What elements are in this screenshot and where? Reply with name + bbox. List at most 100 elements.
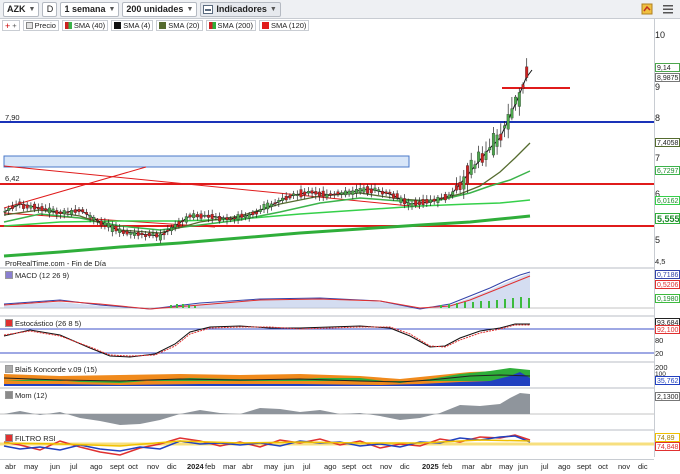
x-tick-label: 2024 <box>187 462 204 471</box>
candle-body <box>288 195 292 199</box>
candle-body <box>473 164 477 169</box>
x-tick-label: abr <box>481 462 492 471</box>
candle-body <box>244 215 247 218</box>
candle-body <box>225 217 229 220</box>
candle-body <box>166 229 170 232</box>
x-tick-label: nov <box>380 462 393 471</box>
candle-body <box>351 190 355 195</box>
time-axis[interactable]: abr may jun jul ago sept oct nov dic 2024 feb mar ab… <box>0 459 654 474</box>
y-tick-45: 4,5 <box>655 257 666 266</box>
y-tick-8: 8 <box>655 113 661 123</box>
candle-body <box>18 201 22 205</box>
candle-body <box>218 216 222 222</box>
x-tick-label: jun <box>518 462 529 471</box>
candle-body <box>210 214 214 219</box>
momentum-title[interactable]: Mom (12) <box>5 390 47 400</box>
candle-body <box>236 214 240 220</box>
candle-body <box>47 207 51 214</box>
x-tick-label: abr <box>5 462 16 471</box>
x-tick-label: jun <box>284 462 295 471</box>
candle-body <box>321 190 325 197</box>
rsi-panel <box>0 434 654 456</box>
x-tick-label: dic <box>638 462 648 471</box>
candle-body <box>458 182 462 190</box>
candle-body <box>362 187 366 193</box>
x-tick-label: jul <box>303 462 311 471</box>
candle-body <box>514 96 518 105</box>
legend-swatch <box>5 365 13 373</box>
legend-swatch <box>5 434 13 442</box>
candle-body <box>451 191 455 196</box>
candle-body <box>155 233 159 238</box>
stochastic-panel <box>0 323 654 358</box>
candle-body <box>281 197 284 201</box>
sma40-badge: 6,7297 <box>655 166 680 175</box>
candle-body <box>347 190 351 195</box>
x-tick-label: oct <box>128 462 139 471</box>
candle-body <box>373 187 377 191</box>
candle-body <box>33 203 37 210</box>
candle-body <box>214 216 218 219</box>
macd-title[interactable]: MACD (12 26 9) <box>5 270 69 280</box>
candle-body <box>295 194 299 196</box>
candle-body <box>429 199 432 203</box>
candle-body <box>107 222 111 228</box>
candle-body <box>395 193 399 199</box>
candle-body <box>436 196 440 203</box>
candle-body <box>240 213 244 218</box>
candle-body <box>273 202 277 204</box>
macd-badge-1: 0,7186 <box>655 270 680 279</box>
x-tick-label: may <box>264 462 279 471</box>
candle-body <box>336 191 340 195</box>
macd-badge-3: 0,1980 <box>655 294 680 303</box>
y-tick-5: 5 <box>655 235 661 245</box>
x-tick-label: sept <box>342 462 357 471</box>
candle-body <box>443 194 447 201</box>
menu-icon[interactable] <box>662 2 674 16</box>
x-tick-label: sept <box>577 462 592 471</box>
candle-body <box>484 151 488 160</box>
candle-body <box>306 191 310 194</box>
legend-swatch <box>5 391 13 399</box>
stoch-badge-2: 92,100 <box>655 325 680 334</box>
chart-canvas[interactable] <box>0 0 654 474</box>
candle-body <box>414 200 418 206</box>
candle-body <box>136 232 140 236</box>
candle-body <box>343 190 347 196</box>
x-tick-label: may <box>499 462 514 471</box>
candle-body <box>284 195 288 201</box>
koncorde-title[interactable]: Blai5 Koncorde v.09 (15) <box>5 364 97 374</box>
candle-body <box>332 193 336 196</box>
candle-body <box>70 210 74 215</box>
candle-body <box>25 204 29 209</box>
candle-body <box>170 226 173 232</box>
candle-body <box>299 189 303 198</box>
candle-body <box>129 232 133 235</box>
level-label-642: 6,42 <box>5 174 20 183</box>
x-tick-label: abr <box>242 462 253 471</box>
legend-swatch <box>5 319 13 327</box>
candle-body <box>340 192 344 195</box>
candle-body <box>232 217 236 220</box>
candle-body <box>503 125 506 129</box>
stoch-tick-80: 80 <box>655 336 664 345</box>
candle-body <box>521 84 525 89</box>
candle-body <box>525 66 529 78</box>
candle-body <box>388 191 392 195</box>
candle-body <box>491 133 495 156</box>
rsi-title[interactable]: FILTRO RSI <box>5 433 56 443</box>
candle-body <box>44 208 48 211</box>
candle-body <box>162 232 166 236</box>
candle-body <box>406 202 410 206</box>
candle-body <box>447 194 451 198</box>
candle-body <box>440 197 444 200</box>
candle-body <box>329 193 333 196</box>
candle-body <box>325 194 329 198</box>
candle-body <box>103 222 107 226</box>
y-tick-10: 10 <box>655 30 666 40</box>
candle-body <box>432 198 436 202</box>
candle-body <box>88 214 92 218</box>
stochastic-title[interactable]: Estocástico (26 8 5) <box>5 318 81 328</box>
x-tick-label: mar <box>223 462 236 471</box>
candle-body <box>255 211 259 215</box>
